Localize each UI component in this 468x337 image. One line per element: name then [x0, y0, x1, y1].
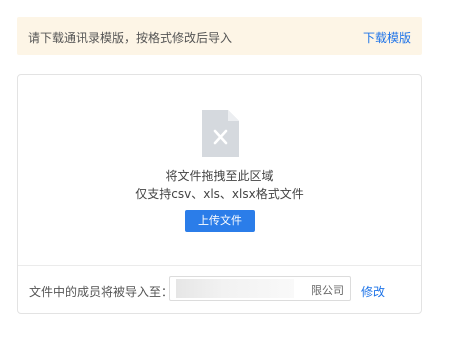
divider	[18, 265, 421, 266]
template-notice-bar: 请下载通讯录模版，按格式修改后导入 下载模版	[17, 17, 422, 55]
drop-zone-title: 将文件拖拽至此区域	[165, 169, 274, 183]
file-drop-zone[interactable]: 将文件拖拽至此区域 仅支持csv、xls、xlsx格式文件 上传文件	[18, 75, 421, 265]
organization-name-suffix: 限公司	[311, 284, 344, 297]
organization-field: 限公司	[169, 276, 351, 301]
download-template-link[interactable]: 下载模版	[363, 29, 411, 46]
modify-organization-link[interactable]: 修改	[361, 283, 385, 300]
notice-text: 请下载通讯录模版，按格式修改后导入	[28, 31, 233, 45]
supported-formats-text: 仅支持csv、xls、xlsx格式文件	[135, 187, 304, 201]
redacted-organization-name	[176, 279, 294, 298]
excel-file-icon	[202, 110, 239, 157]
upload-file-button[interactable]: 上传文件	[185, 210, 255, 232]
import-target-label: 文件中的成员将被导入至：	[29, 285, 174, 299]
upload-card: 将文件拖拽至此区域 仅支持csv、xls、xlsx格式文件 上传文件 文件中的成…	[17, 74, 422, 314]
